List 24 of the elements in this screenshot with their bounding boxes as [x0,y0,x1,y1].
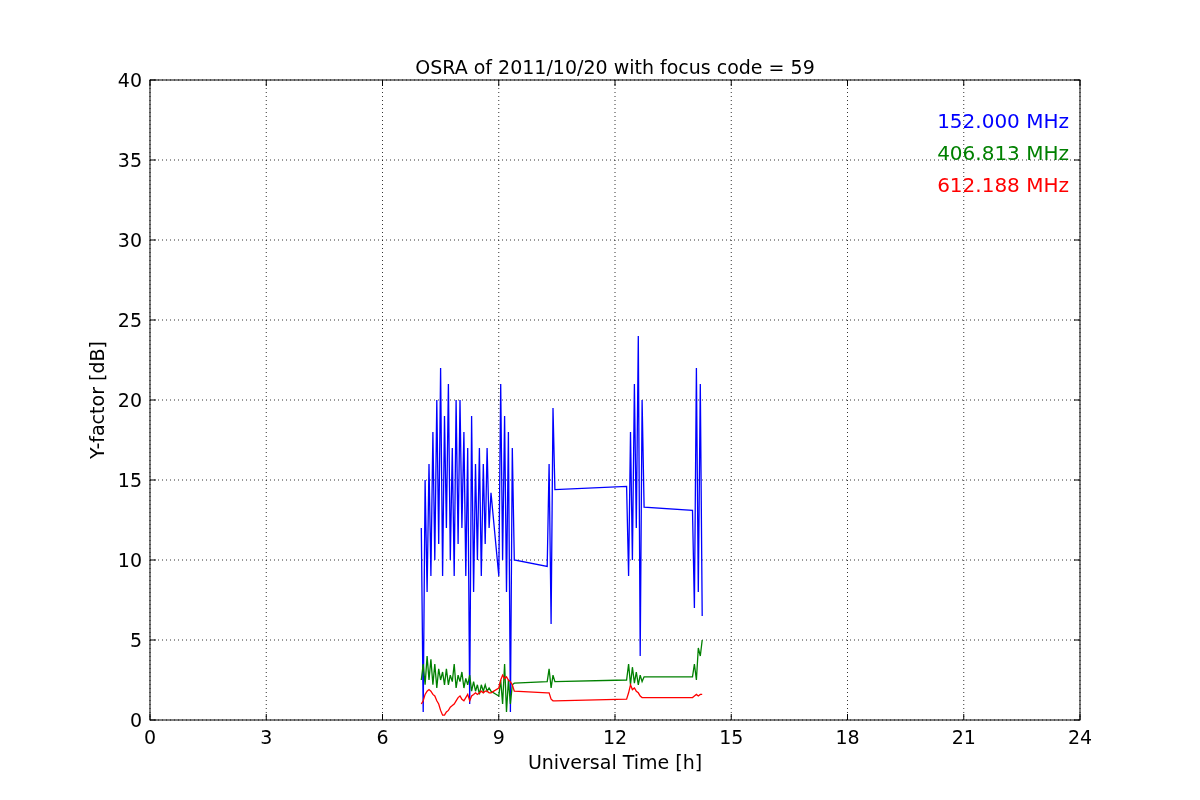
y-tick-label: 15 [117,469,142,491]
y-tick-label: 0 [129,709,142,731]
x-tick-label: 18 [835,726,860,748]
y-tick-label: 40 [117,69,142,91]
y-tick-label: 10 [117,549,142,571]
chart-title: OSRA of 2011/10/20 with focus code = 59 [415,56,815,78]
y-tick-label: 5 [129,629,142,651]
x-tick-label: 21 [951,726,976,748]
x-tick-label: 24 [1067,726,1093,748]
legend-label: 406.813 MHz [937,141,1069,165]
x-tick-label: 9 [492,726,505,748]
legend-label: 612.188 MHz [937,173,1069,197]
x-tick-label: 0 [143,726,157,748]
x-tick-label: 12 [602,726,628,748]
x-tick-label: 15 [719,726,744,748]
y-tick-label: 35 [117,149,142,171]
x-axis-label: Universal Time [h] [527,751,703,773]
x-tick-label: 3 [260,726,273,748]
y-tick-label: 25 [117,309,142,331]
y-tick-label: 20 [117,389,142,411]
legend-label: 152.000 MHz [937,109,1069,133]
y-tick-label: 30 [117,229,142,251]
x-tick-label: 6 [376,726,389,748]
y-axis-label: Y-factor [dB] [86,341,108,459]
